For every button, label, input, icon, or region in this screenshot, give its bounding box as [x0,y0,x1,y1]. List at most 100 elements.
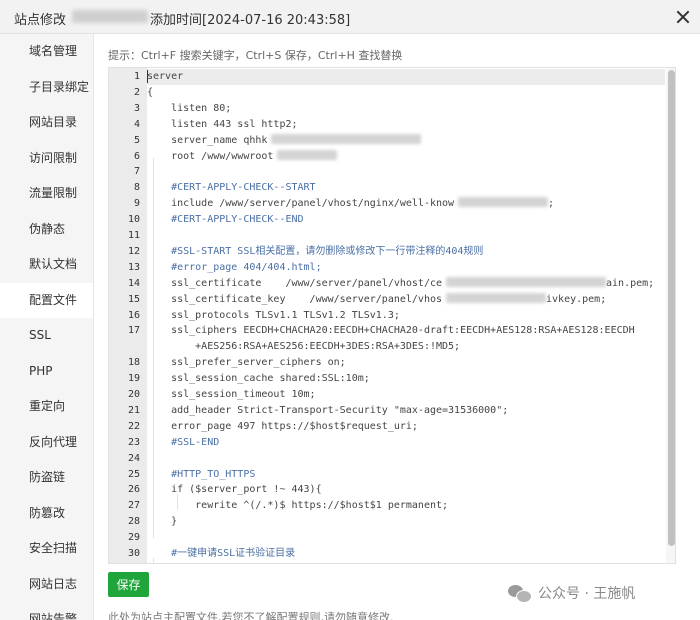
line-number: 24 [127,452,140,464]
line-number: 14 [127,277,140,289]
code-line: 2{ [109,85,665,101]
code-text-content: include /www/server/panel/vhost/nginx/we… [147,198,455,210]
code-line: 15 ssl_certificate_key /www/server/panel… [109,292,665,308]
code-text: ssl_certificate_key /www/server/panel/vh… [147,292,606,308]
code-text: if ($server_port !~ 443){ [147,482,322,498]
code-text-content: } [147,516,178,528]
code-text-content: listen 80; [147,102,232,114]
footer-note: 此处为站点主配置文件,若您不了解配置规则,请勿随意修改. [108,611,394,620]
line-number: 29 [127,532,140,544]
code-text: { [147,85,153,101]
wechat-logo-icon [508,583,532,603]
line-number: 5 [133,134,140,146]
code-text: #一键申请SSL证书验证目录 [147,546,295,562]
code-line: 25 #HTTP_TO_HTTPS [109,467,665,483]
line-number: 17 [127,325,140,337]
code-line: 26 if ($server_port !~ 443){ [109,482,665,498]
code-text: ssl_session_cache shared:SSL:10m; [147,371,370,387]
line-number: 12 [127,245,140,257]
code-text-content: +AES256:RSA+AES256:EECDH+3DES:RSA+3DES:!… [147,341,461,353]
sidebar-item[interactable]: 域名管理 [0,34,93,70]
line-number: 18 [127,357,140,369]
sidebar-item[interactable]: 网站目录 [0,105,93,141]
code-text-content: if ($server_port !~ 443){ [147,484,322,496]
code-text: include /www/server/panel/vhost/nginx/we… [147,196,554,212]
code-line: 21 add_header Strict-Transport-Security … [109,403,665,419]
code-text-content: error_page 497 https://$host$request_uri… [147,420,418,432]
sidebar-item[interactable]: SSL [0,318,93,354]
redacted-text [446,276,607,287]
code-text-content: #SSL-END [147,436,220,448]
sidebar-item[interactable]: PHP [0,354,93,390]
save-button[interactable]: 保存 [108,572,149,597]
sidebar-item[interactable]: 配置文件 [0,282,93,318]
line-number: 10 [127,214,140,226]
code-text-content: root /www/wwwroot [147,150,274,162]
scrollbar-thumb[interactable] [668,70,675,546]
close-icon[interactable] [672,6,694,28]
sidebar-item[interactable]: 网站日志 [0,567,93,603]
sidebar-item[interactable]: 重定向 [0,389,93,425]
line-number: 25 [127,468,140,480]
line-number: 1 [133,71,140,82]
code-text: add_header Strict-Transport-Security "ma… [147,403,508,419]
code-line: 19 ssl_session_cache shared:SSL:10m; [109,371,665,387]
sidebar-item[interactable]: 子目录绑定 [0,70,93,106]
sidebar-item[interactable]: 默认文档 [0,247,93,283]
code-line: 11 [109,228,665,244]
code-line: 16 ssl_protocols TLSv1.1 TLSv1.2 TLSv1.3… [109,308,665,324]
code-text: ssl_session_timeout 10m; [147,387,316,403]
code-line: 27 rewrite ^(/.*)$ https://$host$1 perma… [109,498,665,514]
line-number: 2 [133,86,140,98]
code-line: 4 listen 443 ssl http2; [109,117,665,133]
line-number: 6 [133,150,140,162]
code-text-content: #HTTP_TO_HTTPS [147,468,256,480]
code-text: ssl_ciphers EECDH+CHACHA20:EECDH+CHACHA2… [147,323,635,339]
sidebar-item[interactable]: 反向代理 [0,425,93,461]
code-line: 5 server_name qhhk [109,133,665,149]
watermark: 公众号 · 王施帆 [508,582,635,604]
sidebar-item[interactable]: 伪静态 [0,212,93,248]
sidebar-item[interactable]: 网站告警 [0,602,93,620]
code-line: 14 ssl_certificate /www/server/panel/vho… [109,276,665,292]
code-text: listen 80; [147,101,231,117]
code-text: #SSL-END [147,435,219,451]
code-text-content: ssl_session_timeout 10m; [147,389,316,400]
config-code-editor[interactable]: 1 server 2{3 listen 80; 4 listen 443 ssl ht… [108,67,676,564]
code-text-content: server_name qhhk [147,134,268,146]
sidebar-item[interactable]: 防盗链 [0,460,93,496]
sidebar-item[interactable]: 流量限制 [0,176,93,212]
code-line: 13 #error_page 404/404.html; [109,260,665,276]
code-line: +AES256:RSA+AES256:EECDH+3DES:RSA+3DES:!… [109,339,665,355]
sidebar-item[interactable]: 访问限制 [0,141,93,177]
code-text: #CERT-APPLY-CHECK--START [147,180,316,196]
line-number: 28 [127,516,140,528]
window-title-prefix: 站点修改 [14,13,67,28]
sidebar-item[interactable]: 安全扫描 [0,531,93,567]
text-cursor [147,70,148,83]
sidebar-item[interactable]: 防篡改 [0,496,93,532]
code-text: rewrite ^(/.*)$ https://$host$1 permanen… [147,498,448,514]
code-text: #SSL-START SSL相关配置，请勿删除或修改下一行带注释的404规则 [147,244,483,260]
editor-hint: 提示：Ctrl+F 搜索关键字，Ctrl+S 保存，Ctrl+H 查找替换 [108,49,403,62]
code-text-content: #CERT-APPLY-CHECK--START [147,182,316,194]
code-text: server [147,69,183,85]
code-text-content: #SSL-START SSL相关配置，请勿删除或修改下一行带注释的404规则 [147,245,484,257]
code-text: +AES256:RSA+AES256:EECDH+3DES:RSA+3DES:!… [147,339,460,355]
line-number: 19 [127,373,140,385]
code-text: } [147,514,177,530]
code-text-content: #CERT-APPLY-CHECK--END [147,214,304,226]
code-line: 8 #CERT-APPLY-CHECK--START [109,180,665,196]
code-line: 3 listen 80; [109,101,665,117]
code-text-content: { [147,86,154,98]
redacted-text [271,133,422,144]
code-line: 30 #一键申请SSL证书验证目录 [109,546,665,562]
code-text: #CERT-APPLY-CHECK--END [147,212,304,228]
code-text-content: #error_page 404/404.html; [147,261,322,273]
line-number: 20 [127,389,140,400]
title-bar: 站点修改 添加时间[2024-07-16 20:43:58] [0,0,700,34]
code-text-content: listen 443 ssl http2; [147,118,298,130]
code-text-content: ssl_prefer_server_ciphers on; [147,357,346,369]
code-text-content: ssl_certificate /www/server/panel/vhost/… [147,277,443,289]
line-number: 23 [127,436,140,448]
